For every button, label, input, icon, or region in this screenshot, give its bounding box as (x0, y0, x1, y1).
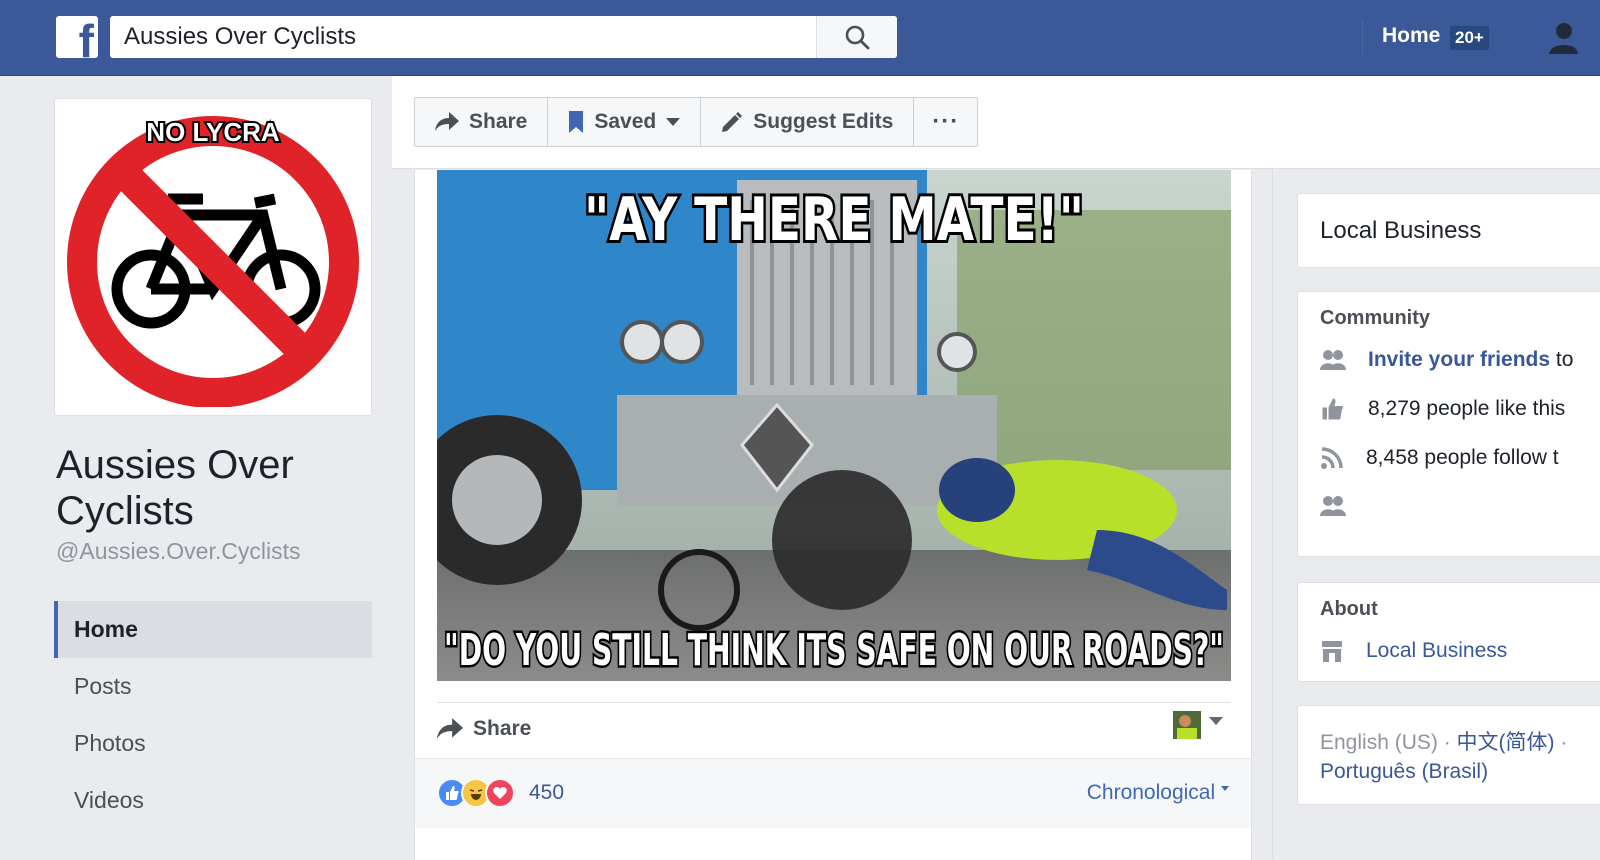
share-arrow-icon (435, 112, 459, 131)
profile-avatar-icon[interactable] (1548, 22, 1578, 54)
invite-friends-link[interactable]: Invite your friends (1368, 348, 1550, 371)
follows-row: 8,458 people follow t (1320, 446, 1559, 470)
meme-bottom-caption: "DO YOU STILL THINK ITS SAFE ON OUR ROAD… (444, 625, 1224, 676)
search-input[interactable] (110, 16, 816, 58)
search-button[interactable] (816, 16, 897, 58)
post-card: "AY THERE MATE!" "DO YOU STILL THINK ITS… (414, 170, 1252, 860)
likes-row: 8,279 people like this (1320, 397, 1565, 421)
likes-count-text: 8,279 people like this (1368, 397, 1566, 420)
language-card: English (US) · 中文(简体) · Português (Brasi… (1297, 705, 1600, 805)
top-navigation-bar: f Home 20+ (0, 0, 1600, 76)
about-title: About (1320, 598, 1378, 620)
post-meme-image[interactable]: "AY THERE MATE!" "DO YOU STILL THINK ITS… (437, 170, 1231, 681)
pencil-icon (722, 112, 743, 132)
more-options-button[interactable]: ··· (914, 98, 977, 146)
page-title: Aussies Over Cyclists (56, 443, 294, 533)
more-dots-icon: ··· (932, 108, 960, 135)
facebook-logo-icon[interactable]: f (56, 16, 98, 58)
language-current: English (US) (1320, 731, 1438, 754)
language-separator: · (1554, 731, 1568, 754)
no-bicycle-sign-icon: NO LYCRA (63, 107, 363, 407)
comment-sort-dropdown[interactable]: Chronological (1087, 781, 1229, 805)
language-portuguese-link[interactable]: Português (Brasil) (1320, 760, 1488, 783)
friends-icon (1320, 496, 1346, 516)
meme-top-caption: "AY THERE MATE!" (584, 185, 1084, 255)
search-box (110, 16, 897, 58)
sidebar-item-posts[interactable]: Posts (54, 658, 372, 715)
caret-down-icon[interactable] (1209, 717, 1223, 725)
saved-button[interactable]: Saved (548, 98, 702, 146)
post-share-row: Share (437, 702, 1231, 758)
share-arrow-icon (437, 718, 463, 739)
about-category-row: Local Business (1320, 639, 1507, 663)
community-card: Community Invite your friends to 8,279 p… (1297, 291, 1600, 557)
invite-friends-row: Invite your friends to (1320, 348, 1573, 372)
post-share-label: Share (473, 717, 532, 740)
sidebar-item-home[interactable]: Home (54, 601, 372, 658)
rss-follow-icon (1321, 447, 1343, 469)
storefront-icon (1322, 641, 1342, 662)
right-column: Local Business Community Invite your fri… (1272, 169, 1600, 859)
post-share-button[interactable]: Share (437, 717, 531, 741)
notification-count-badge: 20+ (1450, 26, 1489, 50)
nav-divider (1362, 20, 1363, 54)
page-actions-group: Share Saved Suggest Edits ··· (414, 97, 979, 147)
thumbs-up-icon (1322, 398, 1344, 420)
sidebar-item-photos[interactable]: Photos (54, 715, 372, 772)
search-icon (845, 25, 870, 50)
reactions-row: 450 Chronological (415, 758, 1251, 828)
sidebar-item-videos[interactable]: Videos (54, 772, 372, 829)
caret-down-icon (666, 118, 681, 126)
love-reaction-icon (485, 778, 515, 808)
suggest-edits-button[interactable]: Suggest Edits (701, 98, 915, 146)
nav-home-link[interactable]: Home (1382, 24, 1440, 48)
about-card: About Local Business (1297, 582, 1600, 682)
page-sidebar-nav: Home Posts Photos Videos (54, 601, 372, 829)
friends-icon (1320, 350, 1346, 370)
caret-down-icon (1221, 786, 1229, 791)
category-card: Local Business (1297, 193, 1600, 268)
reaction-icons[interactable] (437, 778, 515, 808)
friends-like-row (1320, 495, 1346, 517)
share-page-button[interactable]: Share (415, 98, 549, 146)
invite-friends-suffix: to (1555, 348, 1574, 371)
community-title: Community (1320, 307, 1430, 329)
saved-label: Saved (594, 110, 657, 133)
category-title: Local Business (1320, 217, 1482, 244)
share-page-label: Share (469, 110, 528, 133)
suggest-edits-label: Suggest Edits (753, 110, 894, 133)
meme-photo: "AY THERE MATE!" "DO YOU STILL THINK ITS… (437, 170, 1231, 681)
language-chinese-link[interactable]: 中文(简体) (1457, 731, 1555, 754)
profile-picture-caption: NO LYCRA (146, 117, 280, 147)
language-list: English (US) · 中文(简体) · Português (Brasi… (1320, 728, 1600, 786)
about-category-link[interactable]: Local Business (1366, 639, 1507, 663)
page-profile-picture[interactable]: NO LYCRA (54, 98, 372, 416)
comment-sort-label: Chronological (1086, 781, 1216, 804)
page-action-bar: Share Saved Suggest Edits ··· (392, 76, 1600, 169)
share-as-avatar-thumbnail[interactable] (1173, 711, 1201, 739)
language-separator: · (1437, 731, 1457, 754)
follows-count-text: 8,458 people follow t (1366, 446, 1559, 469)
reaction-count[interactable]: 450 (529, 781, 564, 805)
page-username[interactable]: @Aussies.Over.Cyclists (56, 538, 300, 565)
bookmark-icon (569, 111, 584, 133)
